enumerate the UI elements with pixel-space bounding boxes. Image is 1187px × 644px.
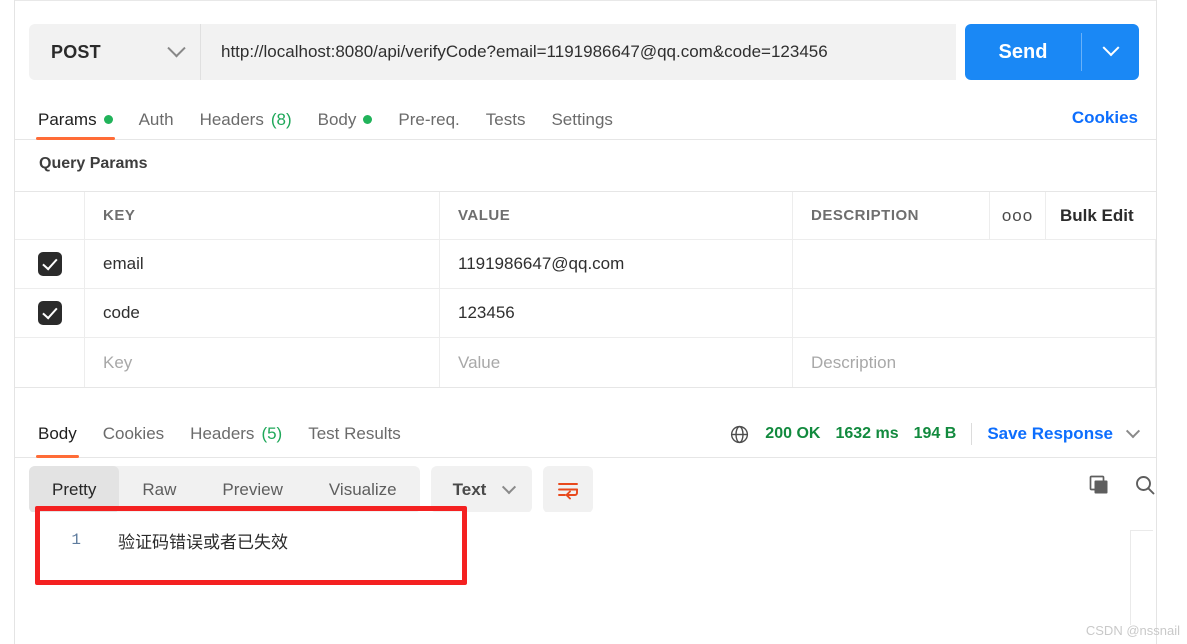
response-tab-test-results-label: Test Results (308, 423, 401, 443)
tab-headers[interactable]: Headers (8) (187, 100, 305, 139)
checkbox-checked-icon[interactable] (37, 301, 62, 325)
table-row: email 1191986647@qq.com (15, 240, 1156, 289)
top-divider (14, 0, 1157, 1)
tab-body[interactable]: Body (305, 100, 386, 139)
param-key-input[interactable]: code (85, 289, 440, 337)
response-tab-bar: Body Cookies Headers (5) Test Results 20… (15, 410, 1156, 458)
word-wrap-toggle[interactable] (543, 466, 594, 513)
response-size: 194 B (913, 425, 957, 442)
tab-auth[interactable]: Auth (126, 100, 187, 139)
response-tab-body-label: Body (38, 423, 77, 443)
cookies-link[interactable]: Cookies (1072, 108, 1138, 128)
view-mode-visualize[interactable]: Visualize (306, 466, 420, 513)
http-method-label: POST (51, 41, 101, 62)
bulk-edit-label: Bulk Edit (1060, 205, 1134, 225)
param-description-input[interactable] (793, 240, 1156, 288)
tab-headers-count: (8) (270, 109, 292, 129)
modified-dot-icon (363, 115, 373, 124)
code-line: 1 验证码错误或者已失效 (15, 512, 288, 568)
param-value-input[interactable]: 123456 (440, 289, 793, 337)
tab-settings[interactable]: Settings (538, 100, 625, 139)
query-params-title: Query Params (39, 155, 148, 172)
view-mode-raw[interactable]: Raw (119, 466, 199, 513)
response-tab-headers-label: Headers (190, 423, 255, 443)
modified-dot-icon (103, 115, 113, 124)
response-tab-test-results[interactable]: Test Results (295, 410, 414, 457)
send-button-group: Send (965, 24, 1139, 80)
select-all-cell[interactable] (15, 192, 85, 239)
tab-params-label: Params (38, 109, 97, 129)
checkbox-checked-icon[interactable] (37, 252, 62, 276)
ellipsis-icon: ooo (1001, 205, 1034, 225)
search-icon (1136, 476, 1155, 495)
chevron-down-icon (167, 38, 186, 57)
response-tab-headers[interactable]: Headers (5) (177, 410, 295, 457)
view-mode-preview[interactable]: Preview (199, 466, 305, 513)
table-row: code 123456 (15, 289, 1156, 338)
tab-auth-label: Auth (138, 109, 174, 129)
table-options-button[interactable]: ooo (990, 192, 1046, 239)
line-number: 1 (71, 531, 81, 549)
response-body-viewer[interactable]: 1 验证码错误或者已失效 (15, 512, 1156, 622)
globe-icon (731, 425, 749, 443)
word-wrap-icon (558, 482, 579, 499)
tab-settings-label: Settings (551, 109, 613, 129)
copy-icon (1089, 475, 1108, 494)
query-params-table: KEY VALUE DESCRIPTION ooo Bulk Edit emai… (15, 191, 1156, 388)
row-checkbox-cell[interactable] (15, 338, 85, 387)
response-format-label: Text (452, 479, 487, 499)
tab-pre-request[interactable]: Pre-req. (385, 100, 472, 139)
column-header-description: DESCRIPTION (793, 192, 990, 239)
response-scrollbar[interactable] (1130, 530, 1153, 625)
tab-pre-request-label: Pre-req. (398, 109, 460, 129)
response-tab-cookies[interactable]: Cookies (90, 410, 177, 457)
panel-right-border (1156, 0, 1157, 644)
response-viewer-toolbar: Pretty Raw Preview Visualize Text (29, 466, 594, 513)
copy-button[interactable] (1087, 473, 1111, 497)
tab-headers-label: Headers (199, 109, 264, 129)
save-response-button[interactable]: Save Response (987, 424, 1113, 444)
request-url-bar: POST http://localhost:8080/api/verifyCod… (29, 24, 1139, 80)
param-key-input-empty[interactable]: Key (85, 338, 440, 387)
watermark: CSDN @nssnail (1085, 623, 1180, 638)
search-button[interactable] (1133, 473, 1157, 497)
bulk-edit-button[interactable]: Bulk Edit (1046, 192, 1156, 239)
send-button[interactable]: Send (965, 24, 1081, 80)
chevron-down-icon[interactable] (1125, 424, 1141, 439)
view-mode-pretty[interactable]: Pretty (29, 466, 120, 513)
status-code: 200 OK (765, 425, 821, 442)
param-value-input-empty[interactable]: Value (440, 338, 793, 387)
param-value-input[interactable]: 1191986647@qq.com (440, 240, 793, 288)
tab-tests-label: Tests (485, 109, 526, 129)
postman-window: POST http://localhost:8080/api/verifyCod… (0, 0, 1187, 644)
response-tab-headers-count: (5) (261, 423, 283, 443)
chevron-down-icon (1102, 39, 1119, 57)
status-divider (971, 423, 973, 445)
request-tab-bar: Params Auth Headers (8) Body Pre-req. Te… (15, 100, 1156, 140)
response-body-text: 验证码错误或者已失效 (118, 532, 288, 552)
table-header-row: KEY VALUE DESCRIPTION ooo Bulk Edit (15, 192, 1156, 240)
response-tab-body[interactable]: Body (25, 410, 90, 458)
response-view-mode-group: Pretty Raw Preview Visualize (29, 466, 420, 513)
param-description-input[interactable] (793, 289, 1156, 337)
tab-params[interactable]: Params (25, 100, 126, 140)
send-options-button[interactable] (1082, 24, 1139, 80)
row-checkbox-cell[interactable] (15, 289, 85, 337)
response-status-bar: 200 OK 1632 ms 194 B Save Response (729, 423, 1141, 445)
response-time: 1632 ms (835, 425, 899, 442)
http-method-select[interactable]: POST (29, 24, 200, 80)
row-checkbox-cell[interactable] (15, 240, 85, 288)
table-row-empty: Key Value Description (15, 338, 1156, 387)
chevron-down-icon (502, 479, 517, 494)
column-header-key: KEY (85, 192, 440, 239)
request-url-input[interactable]: http://localhost:8080/api/verifyCode?ema… (200, 24, 956, 80)
response-action-icons (1087, 473, 1157, 497)
param-key-input[interactable]: email (85, 240, 440, 288)
tab-tests[interactable]: Tests (473, 100, 539, 139)
tab-body-label: Body (317, 109, 357, 129)
response-format-select[interactable]: Text (430, 466, 533, 513)
column-header-value: VALUE (440, 192, 793, 239)
param-description-input-empty[interactable]: Description (793, 338, 1156, 387)
response-tab-cookies-label: Cookies (102, 423, 165, 443)
